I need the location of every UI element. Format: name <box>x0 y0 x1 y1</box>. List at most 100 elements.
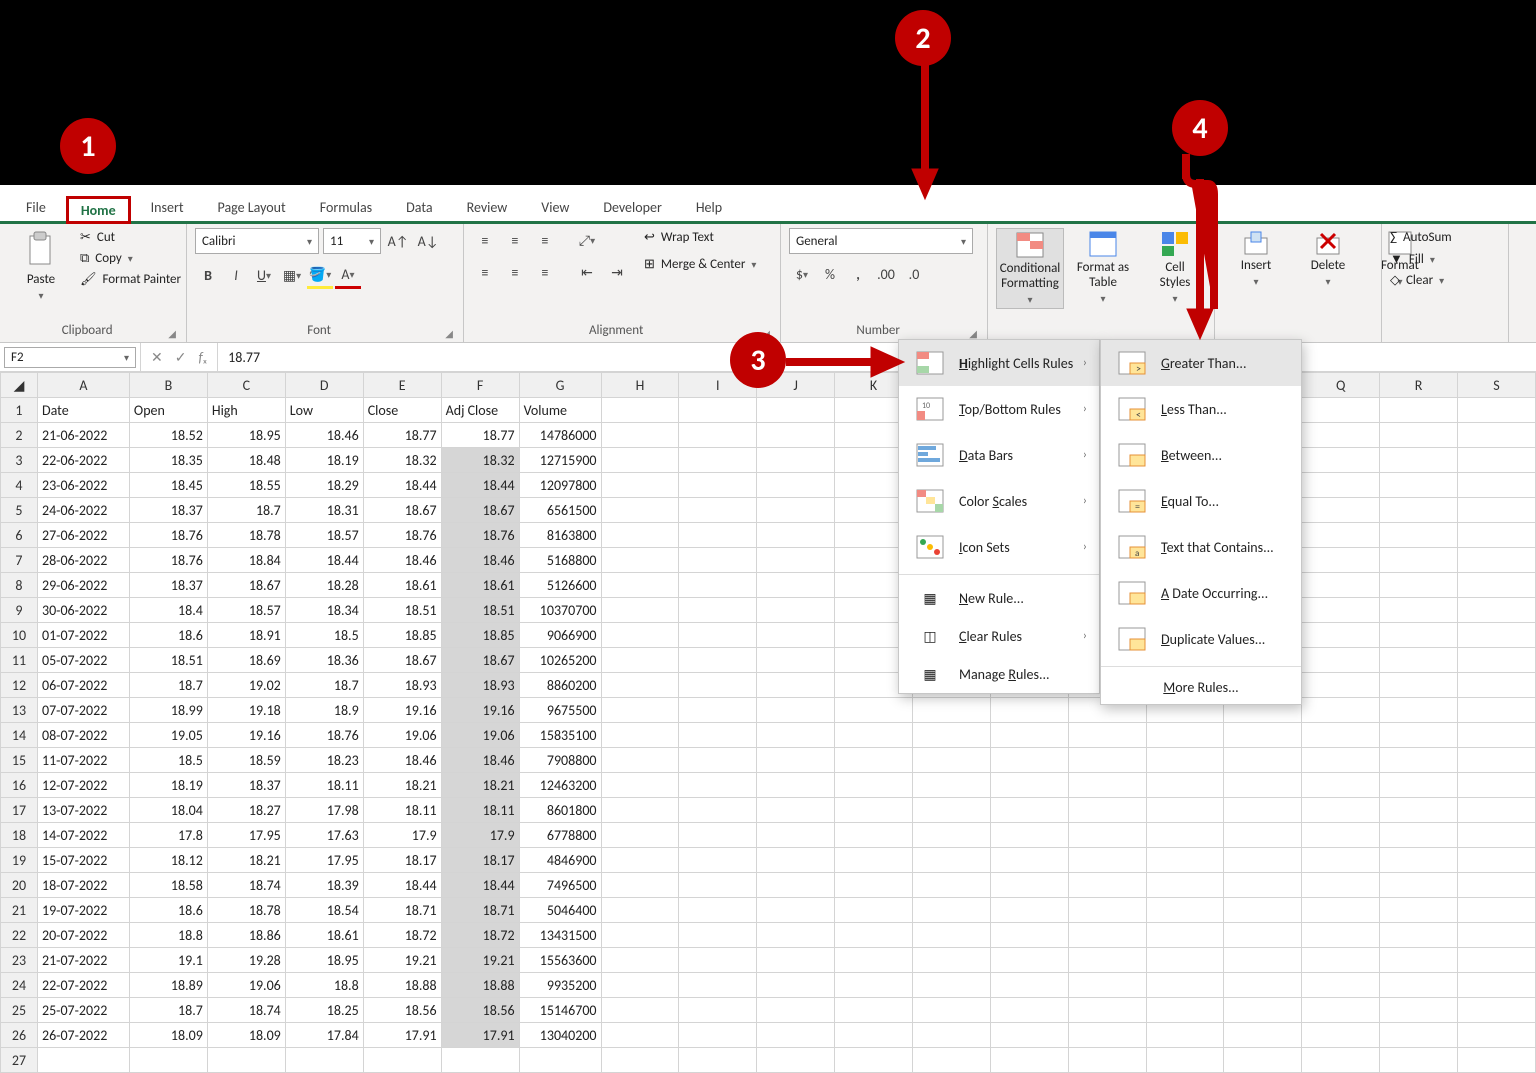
cell[interactable] <box>1457 1023 1535 1048</box>
cell[interactable]: 18.21 <box>441 773 519 798</box>
cell[interactable] <box>679 1048 757 1073</box>
cell[interactable]: Low <box>285 398 363 423</box>
cell[interactable]: 18.36 <box>285 648 363 673</box>
dialog-launcher-icon[interactable]: ◢ <box>443 327 455 340</box>
cell[interactable] <box>1302 573 1380 598</box>
cell[interactable]: Date <box>37 398 129 423</box>
cell[interactable] <box>1146 1048 1224 1073</box>
cell[interactable]: 05-07-2022 <box>37 648 129 673</box>
cell[interactable] <box>912 848 990 873</box>
cell[interactable] <box>1302 448 1380 473</box>
cell[interactable]: 18.29 <box>285 473 363 498</box>
cell[interactable] <box>1457 948 1535 973</box>
insert-cells-button[interactable]: Insert▾ <box>1223 228 1289 290</box>
cell[interactable]: 26-07-2022 <box>37 1023 129 1048</box>
cell[interactable] <box>1068 748 1146 773</box>
orientation-icon[interactable]: ⤢▾ <box>574 228 600 252</box>
cell[interactable] <box>1457 548 1535 573</box>
cell[interactable] <box>990 973 1068 998</box>
row-header[interactable]: 18 <box>1 823 38 848</box>
cell[interactable]: 19.06 <box>363 723 441 748</box>
cell[interactable] <box>1068 998 1146 1023</box>
cell[interactable] <box>835 873 913 898</box>
cell[interactable]: 18.17 <box>441 848 519 873</box>
cancel-icon[interactable]: ✕ <box>151 349 163 366</box>
cell[interactable] <box>1302 723 1380 748</box>
cell[interactable] <box>1380 998 1458 1023</box>
cell[interactable]: 18.12 <box>129 848 207 873</box>
cell[interactable] <box>601 398 679 423</box>
cell[interactable]: 18.37 <box>129 498 207 523</box>
cell[interactable]: 12715900 <box>519 448 601 473</box>
cell[interactable] <box>1380 423 1458 448</box>
cell[interactable] <box>1380 748 1458 773</box>
cell[interactable] <box>990 848 1068 873</box>
column-header[interactable]: Q <box>1302 373 1380 398</box>
cell[interactable]: 19.18 <box>207 698 285 723</box>
cell[interactable] <box>1146 998 1224 1023</box>
cell[interactable] <box>1146 723 1224 748</box>
cell[interactable] <box>1302 698 1380 723</box>
cell[interactable] <box>1302 648 1380 673</box>
cell[interactable]: 30-06-2022 <box>37 598 129 623</box>
cell[interactable] <box>835 773 913 798</box>
cell[interactable] <box>1224 823 1302 848</box>
row-header[interactable]: 25 <box>1 998 38 1023</box>
cell[interactable] <box>1224 948 1302 973</box>
row-header[interactable]: 9 <box>1 598 38 623</box>
cell[interactable]: 17.8 <box>129 823 207 848</box>
cell[interactable]: 18.61 <box>285 923 363 948</box>
cell[interactable]: 18.84 <box>207 548 285 573</box>
column-header[interactable]: E <box>363 373 441 398</box>
cell[interactable] <box>1380 898 1458 923</box>
column-header[interactable]: D <box>285 373 363 398</box>
row-header[interactable]: 6 <box>1 523 38 548</box>
cell[interactable]: 18.7 <box>129 673 207 698</box>
cell[interactable] <box>1224 848 1302 873</box>
menu-between[interactable]: Between... <box>1101 432 1301 478</box>
cell[interactable]: 10265200 <box>519 648 601 673</box>
conditional-formatting-button[interactable]: Conditional Formatting▾ <box>996 228 1064 309</box>
cell[interactable] <box>601 1048 679 1073</box>
cell[interactable]: 18.09 <box>207 1023 285 1048</box>
cell[interactable] <box>1302 873 1380 898</box>
menu-more-rules[interactable]: More Rules... <box>1101 671 1301 704</box>
cell[interactable]: 18.76 <box>285 723 363 748</box>
delete-cells-button[interactable]: Delete▾ <box>1295 228 1361 290</box>
menu-new-rule[interactable]: ▦ New Rule... <box>899 579 1099 617</box>
cell[interactable]: 18.44 <box>441 873 519 898</box>
cell[interactable] <box>835 1048 913 1073</box>
cell[interactable] <box>601 823 679 848</box>
menu-data-bars[interactable]: Data Bars › <box>899 432 1099 478</box>
row-header[interactable]: 3 <box>1 448 38 473</box>
cell[interactable] <box>912 898 990 923</box>
cell[interactable] <box>1302 848 1380 873</box>
cell[interactable] <box>1068 1048 1146 1073</box>
cell[interactable] <box>1224 923 1302 948</box>
cell[interactable] <box>757 698 835 723</box>
row-header[interactable]: 24 <box>1 973 38 998</box>
cell[interactable] <box>1380 848 1458 873</box>
increase-indent-icon[interactable]: ⇥ <box>604 260 630 284</box>
dialog-launcher-icon[interactable]: ◢ <box>166 327 178 340</box>
cell[interactable] <box>1302 1048 1380 1073</box>
cell[interactable] <box>519 1048 601 1073</box>
cell[interactable] <box>757 848 835 873</box>
tab-home[interactable]: Home <box>66 196 131 224</box>
cell[interactable]: 17.95 <box>207 823 285 848</box>
worksheet[interactable]: ◢ABCDEFGHIJKLMNOPQRS 1DateOpenHighLowClo… <box>0 372 1536 1073</box>
cell[interactable] <box>1457 823 1535 848</box>
cell[interactable] <box>835 973 913 998</box>
cell[interactable] <box>835 998 913 1023</box>
cell[interactable] <box>757 573 835 598</box>
cell[interactable] <box>1380 823 1458 848</box>
cell[interactable]: 18.37 <box>207 773 285 798</box>
cell[interactable] <box>1380 573 1458 598</box>
cell[interactable] <box>679 948 757 973</box>
cell[interactable] <box>679 723 757 748</box>
cell[interactable] <box>601 698 679 723</box>
cell[interactable]: 18.23 <box>285 748 363 773</box>
cell[interactable] <box>601 648 679 673</box>
column-header[interactable]: C <box>207 373 285 398</box>
cell[interactable]: 18.72 <box>363 923 441 948</box>
